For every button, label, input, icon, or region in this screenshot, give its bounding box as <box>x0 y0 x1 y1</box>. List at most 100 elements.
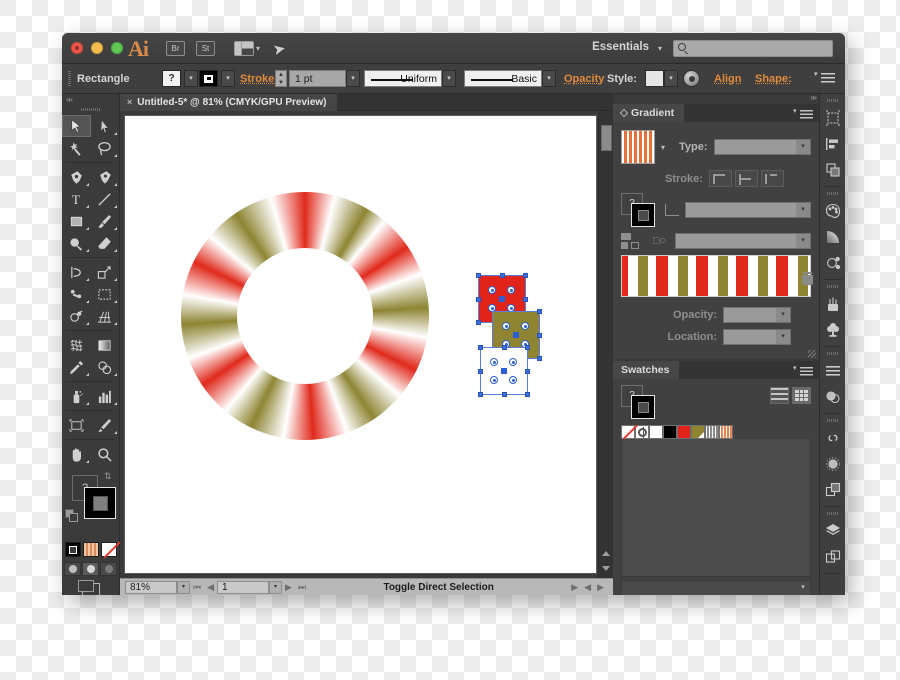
style-chevron-down-icon[interactable]: ▾ <box>664 70 678 87</box>
swatch-registration[interactable] <box>635 425 649 440</box>
lasso-tool[interactable] <box>91 137 120 159</box>
delete-stop-icon[interactable] <box>802 272 813 285</box>
dock-expand-icon[interactable] <box>613 93 819 104</box>
gradient-preview-swatch[interactable] <box>621 130 655 164</box>
screen-mode-button[interactable] <box>62 580 119 595</box>
scroll-up-arrow-icon[interactable] <box>602 551 610 556</box>
color-mode-color-icon[interactable] <box>64 542 81 557</box>
symbol-sprayer-tool[interactable] <box>62 385 91 407</box>
scroll-down-arrow-icon[interactable] <box>602 566 610 571</box>
width-tool[interactable] <box>62 283 91 305</box>
stroke-profile-select[interactable]: Uniform <box>364 70 442 87</box>
swap-fill-stroke-icon[interactable]: ⇅ <box>104 471 112 482</box>
document-tab[interactable]: × Untitled-5* @ 81% (CMYK/GPU Preview) <box>120 93 337 111</box>
pathfinder-panel-icon[interactable] <box>820 157 845 183</box>
stock-button[interactable]: St <box>196 41 215 56</box>
stroke-across-icon[interactable] <box>760 170 784 187</box>
nav-back-icon[interactable]: ◀ <box>581 582 594 593</box>
stroke-weight-input[interactable]: 1 pt <box>289 70 346 87</box>
gradient-panel-icon[interactable] <box>820 224 845 250</box>
control-bar-grip[interactable] <box>68 71 71 87</box>
swatch-red[interactable] <box>677 425 691 439</box>
scale-tool[interactable] <box>91 261 120 283</box>
artboards-rail-icon[interactable] <box>820 544 845 570</box>
brush-chevron-down-icon[interactable]: ▾ <box>542 70 556 87</box>
slice-tool[interactable] <box>91 414 120 436</box>
draw-inside-icon[interactable] <box>100 562 117 576</box>
swatch-group-field[interactable]: ▾ <box>621 580 811 595</box>
gradient-type-select[interactable]: ▾ <box>713 139 811 155</box>
gradient-aspect-input[interactable]: ▾ <box>675 233 811 249</box>
curvature-tool[interactable] <box>91 166 120 188</box>
column-graph-tool[interactable] <box>91 385 120 407</box>
gradient-donut-shape[interactable] <box>181 192 429 440</box>
gradient-aspect-chevron-down-icon[interactable]: ▾ <box>796 234 810 248</box>
align-panel-icon[interactable] <box>820 131 845 157</box>
layers-panel-icon[interactable] <box>820 518 845 544</box>
transparency-panel-icon[interactable] <box>820 384 845 410</box>
stroke-profile-chevron-down-icon[interactable]: ▾ <box>442 70 456 87</box>
rail-grip-4[interactable] <box>826 352 839 355</box>
draw-behind-icon[interactable] <box>82 562 99 576</box>
fill-chevron-down-icon[interactable]: ▾ <box>184 70 198 87</box>
brushes-panel-icon[interactable] <box>820 291 845 317</box>
hand-tool[interactable] <box>62 443 91 465</box>
swatch-olive[interactable] <box>691 425 705 439</box>
bridge-button[interactable]: Br <box>166 41 185 56</box>
gradient-slider[interactable] <box>621 255 811 297</box>
canvas-vertical-scrollbar[interactable] <box>598 111 613 578</box>
panel-resize-grip[interactable] <box>808 350 816 358</box>
free-transform-tool[interactable] <box>91 283 120 305</box>
stroke-color-button[interactable] <box>199 70 218 87</box>
stroke-chevron-down-icon[interactable]: ▾ <box>221 70 235 87</box>
artboard-tool[interactable] <box>62 414 91 436</box>
artboard-chevron-down-icon[interactable]: ▾ <box>269 580 283 594</box>
rail-grip-1[interactable] <box>826 99 839 102</box>
rail-grip-6[interactable] <box>826 512 839 515</box>
rectangle-tool[interactable] <box>62 210 91 232</box>
eraser-tool[interactable] <box>91 232 120 254</box>
gradient-location-input[interactable]: ▾ <box>723 329 791 345</box>
control-bar-menu-icon[interactable] <box>814 70 835 84</box>
rail-grip-5[interactable] <box>826 419 839 422</box>
arrange-documents-icon[interactable] <box>234 41 254 56</box>
prev-artboard-icon[interactable]: ◀ <box>204 582 217 593</box>
color-mode-gradient-icon[interactable] <box>82 542 99 557</box>
swatch-group-chevron-down-icon[interactable]: ▾ <box>797 582 809 594</box>
artboards-panel-icon[interactable] <box>820 105 845 131</box>
graphic-style-swatch[interactable] <box>645 70 664 87</box>
graphic-styles-panel-icon[interactable] <box>820 477 845 503</box>
swatch-gray-gradient[interactable] <box>705 425 719 439</box>
gradient-location-chevron-down-icon[interactable]: ▾ <box>776 330 790 344</box>
stock-bird-icon[interactable]: ➤ <box>271 39 287 59</box>
search-input[interactable] <box>673 40 833 57</box>
line-segment-tool[interactable] <box>91 188 120 210</box>
brush-definition-select[interactable]: Basic <box>464 70 542 87</box>
tab-gradient[interactable]: Gradient <box>613 104 685 122</box>
perspective-grid-tool[interactable] <box>91 305 120 327</box>
eyedropper-tool[interactable] <box>62 356 91 378</box>
rotate-tool[interactable] <box>62 261 91 283</box>
stroke-weight-chevron-down-icon[interactable]: ▾ <box>346 70 360 87</box>
tools-collapse-icon[interactable] <box>62 94 119 108</box>
zoom-tool[interactable] <box>91 443 120 465</box>
gradient-opacity-chevron-down-icon[interactable]: ▾ <box>776 308 790 322</box>
gradient-panel-menu-icon[interactable] <box>800 110 813 119</box>
color-mode-none-icon[interactable] <box>100 542 117 557</box>
status-menu-icon[interactable]: ▶ <box>568 582 581 593</box>
workspace-chevron-down-icon[interactable]: ▾ <box>658 44 662 53</box>
artboard-canvas[interactable] <box>124 115 597 574</box>
first-artboard-icon[interactable]: ⏮ <box>190 582 204 593</box>
list-view-icon[interactable] <box>770 387 789 404</box>
swatches-fill-proxy[interactable] <box>631 395 655 419</box>
next-artboard-icon[interactable]: ▶ <box>282 582 295 593</box>
pen-tool[interactable] <box>62 166 91 188</box>
die-white[interactable] <box>478 345 530 397</box>
blend-tool[interactable] <box>91 356 120 378</box>
swatch-grid-empty-area[interactable] <box>621 439 811 577</box>
workspace-switcher[interactable]: Essentials <box>592 41 649 53</box>
gradient-angle-chevron-down-icon[interactable]: ▾ <box>796 203 810 217</box>
appearance-panel-icon[interactable] <box>820 451 845 477</box>
artboard-number-input[interactable]: 1 <box>217 580 270 594</box>
gradient-angle-input[interactable]: ▾ <box>685 202 811 218</box>
